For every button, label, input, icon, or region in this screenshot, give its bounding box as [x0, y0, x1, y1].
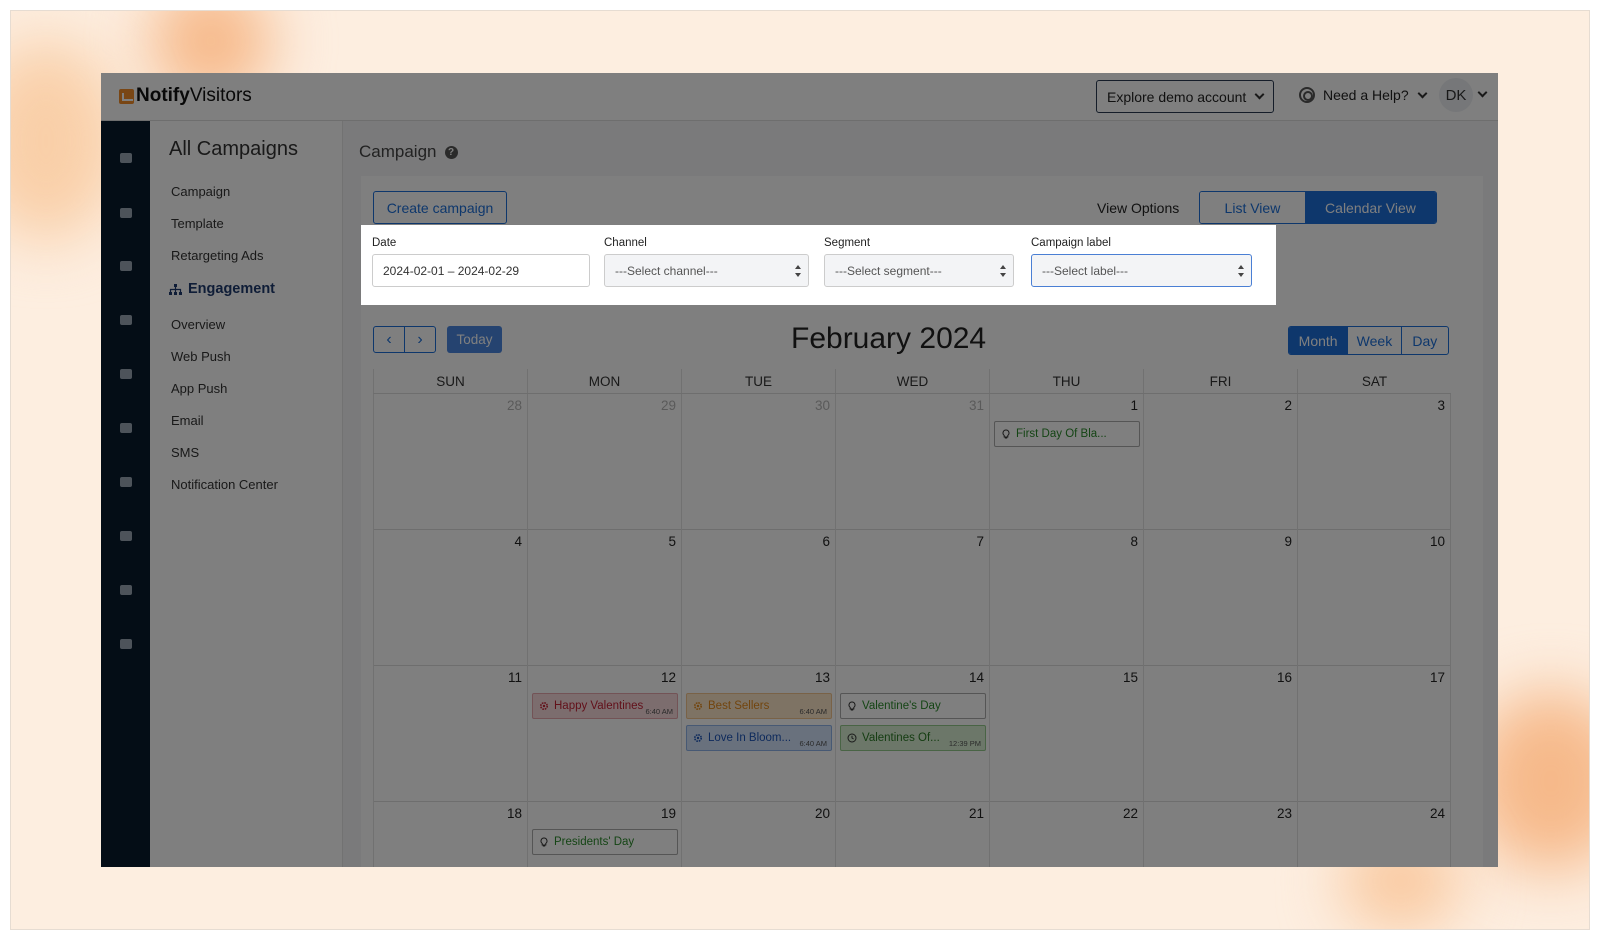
select-arrows-icon: [1000, 265, 1006, 277]
segment-label: Segment: [824, 237, 871, 249]
channel-select[interactable]: ---Select channel---: [604, 254, 809, 287]
campaign-label-select-value: ---Select label---: [1042, 263, 1129, 278]
segment-select-value: ---Select segment---: [835, 263, 942, 278]
dim-overlay: [366, 305, 1498, 867]
dim-overlay: [101, 225, 366, 867]
select-arrows-icon: [1238, 265, 1244, 277]
channel-select-value: ---Select channel---: [615, 263, 718, 278]
date-label: Date: [372, 237, 397, 249]
channel-label: Channel: [604, 237, 647, 249]
select-arrows-icon: [795, 265, 801, 277]
campaign-label-select[interactable]: ---Select label---: [1031, 254, 1252, 287]
dim-overlay: [101, 73, 1498, 225]
campaign-label-label: Campaign label: [1031, 237, 1111, 249]
filter-panel: Date 2024-02-01 – 2024-02-29 Channel ---…: [361, 225, 1271, 305]
dim-overlay: [1276, 225, 1498, 305]
app-window: NotifyVisitors Explore demo account Need…: [101, 73, 1498, 867]
date-range-input[interactable]: 2024-02-01 – 2024-02-29: [372, 254, 590, 287]
segment-select[interactable]: ---Select segment---: [824, 254, 1014, 287]
